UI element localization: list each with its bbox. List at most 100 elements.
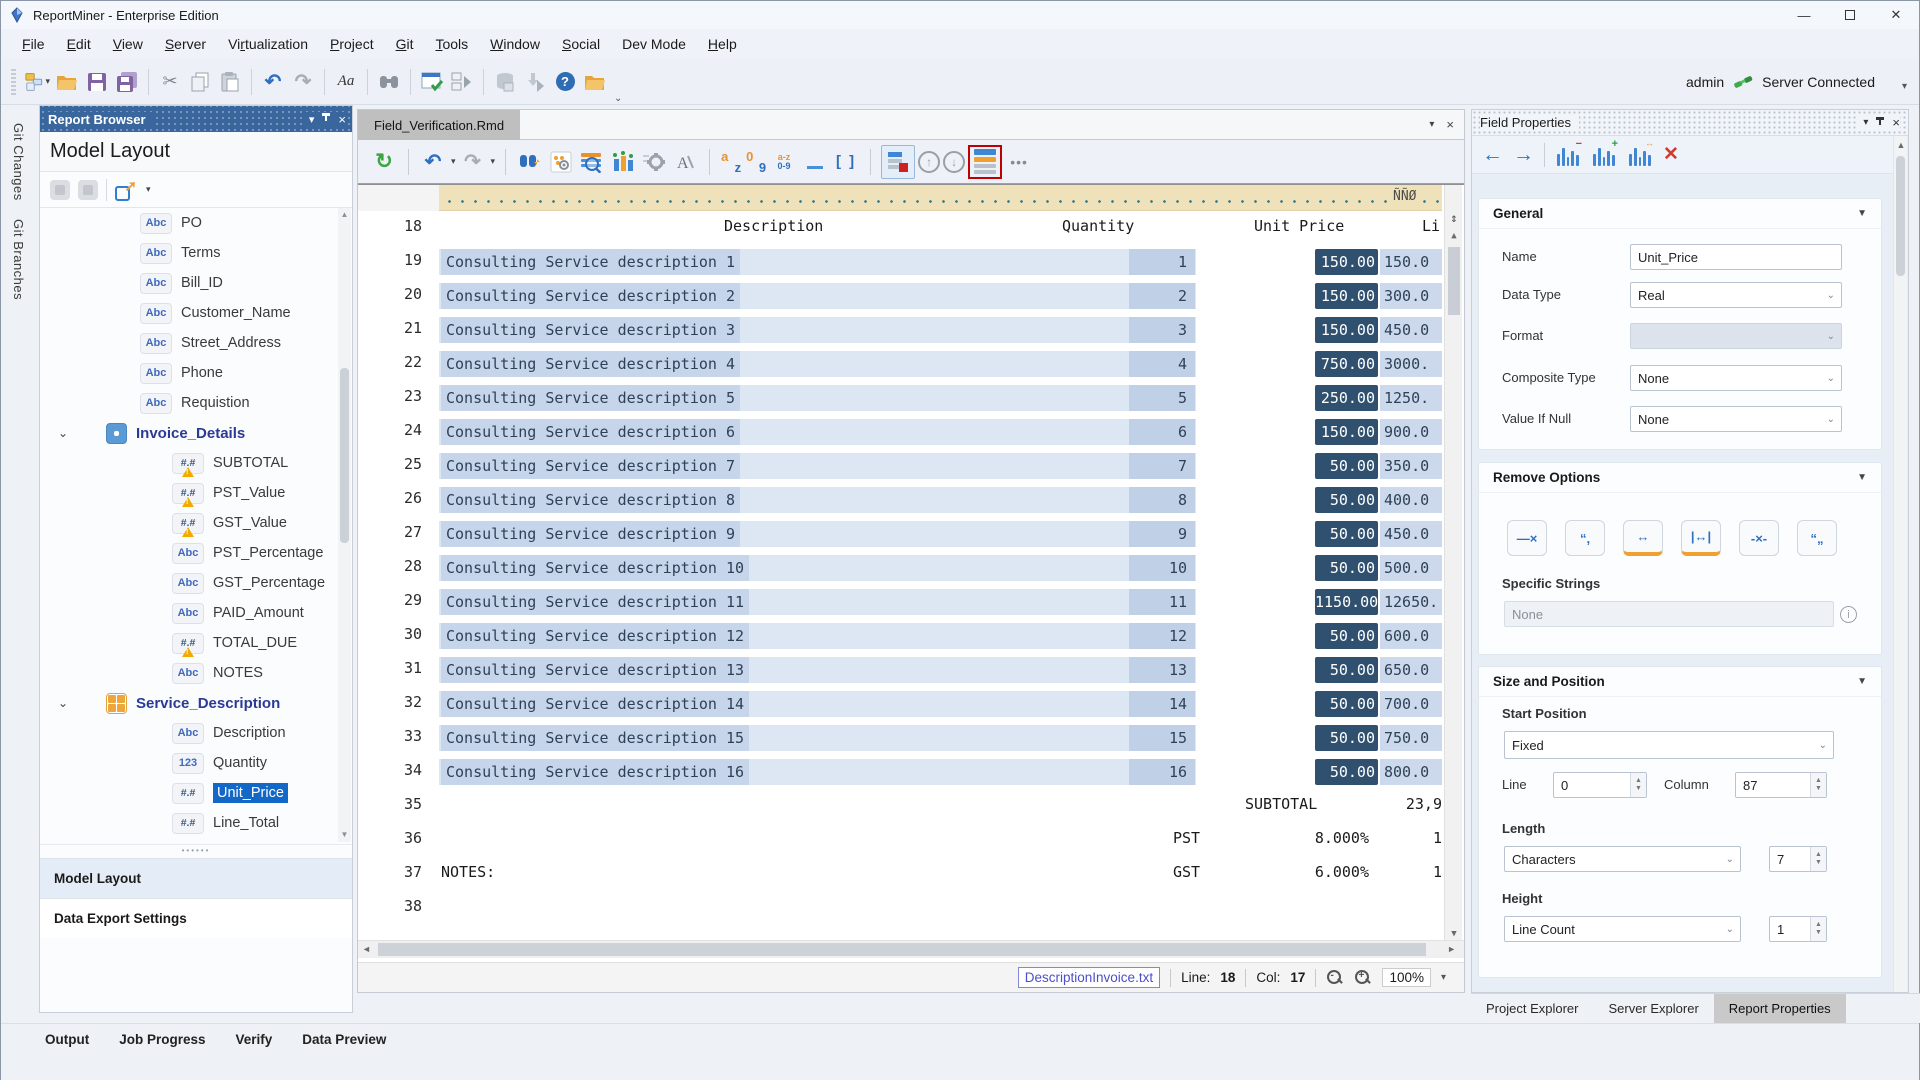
quantity-cell[interactable]: 7: [1129, 453, 1195, 479]
unit-price-cell[interactable]: 150.00: [1315, 283, 1378, 309]
line-total-cell[interactable]: 12650.: [1380, 589, 1442, 615]
dock-tab-git-branches[interactable]: Git Branches: [11, 219, 26, 300]
name-field[interactable]: [1630, 244, 1842, 270]
unit-price-cell[interactable]: 50.00: [1315, 759, 1378, 785]
line-total-cell[interactable]: 3000.: [1380, 351, 1442, 377]
remove-dash-x-button[interactable]: —×: [1507, 520, 1547, 556]
field-statistics-icon[interactable]: [609, 148, 637, 176]
description-cell[interactable]: Consulting Service description 16: [441, 759, 749, 785]
move-down-icon[interactable]: ↓: [943, 151, 965, 173]
grid-row-27[interactable]: 27Consulting Service description 9950.00…: [358, 517, 1464, 551]
unit-price-cell[interactable]: 50.00: [1315, 487, 1378, 513]
quantity-cell[interactable]: 14: [1129, 691, 1195, 717]
quantity-cell[interactable]: 16: [1129, 759, 1195, 785]
scrollbar-thumb[interactable]: [340, 368, 349, 543]
redo-icon[interactable]: ↷: [290, 69, 316, 95]
description-cell[interactable]: Consulting Service description 13: [441, 657, 749, 683]
tree-item-terms[interactable]: AbcTerms: [40, 238, 352, 268]
unit-price-cell[interactable]: 150.00: [1315, 419, 1378, 445]
minimize-button[interactable]: —: [1781, 1, 1827, 29]
specific-strings-field[interactable]: [1504, 601, 1834, 627]
quantity-cell[interactable]: 4: [1129, 351, 1195, 377]
dock-tab-git-changes[interactable]: Git Changes: [11, 123, 26, 201]
line-total-cell[interactable]: 700.0: [1380, 691, 1442, 717]
zoom-dropdown-icon[interactable]: ▾: [1441, 972, 1446, 983]
description-cell[interactable]: Consulting Service description 1: [441, 249, 740, 275]
tree-item-pst_value[interactable]: #.#!PST_Value: [40, 478, 352, 508]
refresh-icon[interactable]: ↻: [370, 148, 398, 176]
remove-quote-comma-button[interactable]: “,: [1565, 520, 1605, 556]
remove-options-section-header[interactable]: Remove Options ▼: [1479, 463, 1881, 493]
expand-collapse-icon[interactable]: ⌄: [58, 426, 68, 440]
description-cell[interactable]: Consulting Service description 15: [441, 725, 749, 751]
grid-row-30[interactable]: 30Consulting Service description 121250.…: [358, 619, 1464, 653]
find-fields-icon[interactable]: [516, 148, 544, 176]
description-cell[interactable]: Consulting Service description 11: [441, 589, 749, 615]
length-unit-dropdown[interactable]: Characters ⌄: [1504, 846, 1741, 872]
scroll-up-icon[interactable]: ▲: [338, 208, 351, 222]
line-total-cell[interactable]: 350.0: [1380, 453, 1442, 479]
collapse-icon[interactable]: ▼: [1857, 676, 1867, 687]
quantity-cell[interactable]: 10: [1129, 555, 1195, 581]
stepper-arrows-icon[interactable]: ▲▼: [1810, 917, 1826, 941]
verify-window-icon[interactable]: [419, 69, 445, 95]
new-report-dropdown-icon[interactable]: ▾: [45, 76, 50, 87]
cut-icon[interactable]: ✂: [157, 69, 183, 95]
close-button[interactable]: ✕: [1873, 1, 1919, 29]
quantity-cell[interactable]: 13: [1129, 657, 1195, 683]
source-file-name[interactable]: DescriptionInvoice.txt: [1018, 967, 1160, 988]
move-up-icon[interactable]: ↑: [918, 151, 940, 173]
grid-row-19[interactable]: 19Consulting Service description 11150.0…: [358, 245, 1464, 279]
panel-tab-data-export-settings[interactable]: Data Export Settings: [40, 898, 352, 938]
quantity-cell[interactable]: 11: [1129, 589, 1195, 615]
export-model-icon[interactable]: ➚: [115, 179, 137, 201]
tab-list-icon[interactable]: ▾: [1429, 119, 1434, 130]
composite-type-dropdown[interactable]: None ⌄: [1630, 365, 1842, 391]
panel-menu-icon[interactable]: ▾: [1863, 117, 1868, 128]
remove-inner-x-button[interactable]: -×-: [1739, 520, 1779, 556]
save-icon[interactable]: [84, 69, 110, 95]
document-tab[interactable]: Field_Verification.Rmd: [358, 110, 520, 140]
paste-icon[interactable]: [217, 69, 243, 95]
export-dropdown-icon[interactable]: ▾: [146, 184, 151, 195]
tree-item-street_address[interactable]: AbcStreet_Address: [40, 328, 352, 358]
tree-item-paid_amount[interactable]: AbcPAID_Amount: [40, 598, 352, 628]
menu-window[interactable]: Window: [479, 32, 551, 56]
unit-price-cell[interactable]: 50.00: [1315, 555, 1378, 581]
grid-row-22[interactable]: 22Consulting Service description 44750.0…: [358, 347, 1464, 381]
tree-item-quantity[interactable]: 123Quantity: [40, 748, 352, 778]
collapse-icon[interactable]: ▼: [1857, 472, 1867, 483]
description-cell[interactable]: Consulting Service description 8: [441, 487, 740, 513]
menu-help[interactable]: Help: [697, 32, 748, 56]
panel-menu-icon[interactable]: ▾: [309, 113, 315, 126]
maximize-button[interactable]: [1827, 1, 1873, 29]
dock-tab-server-explorer[interactable]: Server Explorer: [1593, 994, 1713, 1024]
remove-quotes-button[interactable]: “„: [1797, 520, 1837, 556]
expand-collapse-icon[interactable]: ⌄: [58, 696, 68, 710]
toolbar-more-icon[interactable]: •••: [1005, 148, 1033, 176]
tree-item-pst_percentage[interactable]: AbcPST_Percentage: [40, 538, 352, 568]
quantity-cell[interactable]: 5: [1129, 385, 1195, 411]
grid-row-28[interactable]: 28Consulting Service description 101050.…: [358, 551, 1464, 585]
new-report-icon[interactable]: ▾: [24, 69, 50, 95]
description-cell[interactable]: Consulting Service description 7: [441, 453, 740, 479]
collapse-icon[interactable]: ▼: [1857, 208, 1867, 219]
grid-row-34[interactable]: 34Consulting Service description 161650.…: [358, 755, 1464, 789]
unit-price-cell[interactable]: 50.00: [1315, 725, 1378, 751]
menu-tools[interactable]: Tools: [424, 32, 479, 56]
tree-item-gst_value[interactable]: #.#!GST_Value: [40, 508, 352, 538]
description-cell[interactable]: Consulting Service description 14: [441, 691, 749, 717]
auto-create-fields-icon[interactable]: [547, 148, 575, 176]
general-section-header[interactable]: General ▼: [1479, 199, 1881, 229]
stepper-arrows-icon[interactable]: ▲▼: [1810, 773, 1826, 797]
zoom-out-icon[interactable]: -: [1326, 969, 1344, 987]
quantity-cell[interactable]: 6: [1129, 419, 1195, 445]
pin-icon[interactable]: [322, 113, 330, 125]
line-stepper[interactable]: 0 ▲▼: [1553, 772, 1647, 798]
toolbar-options-icon[interactable]: ▾: [1902, 81, 1907, 92]
unit-price-cell[interactable]: 150.00: [1315, 249, 1378, 275]
menu-project[interactable]: Project: [319, 32, 385, 56]
tree-item-customer_name[interactable]: AbcCustomer_Name: [40, 298, 352, 328]
description-cell[interactable]: Consulting Service description 2: [441, 283, 740, 309]
brackets-icon[interactable]: [ ]: [832, 148, 860, 176]
